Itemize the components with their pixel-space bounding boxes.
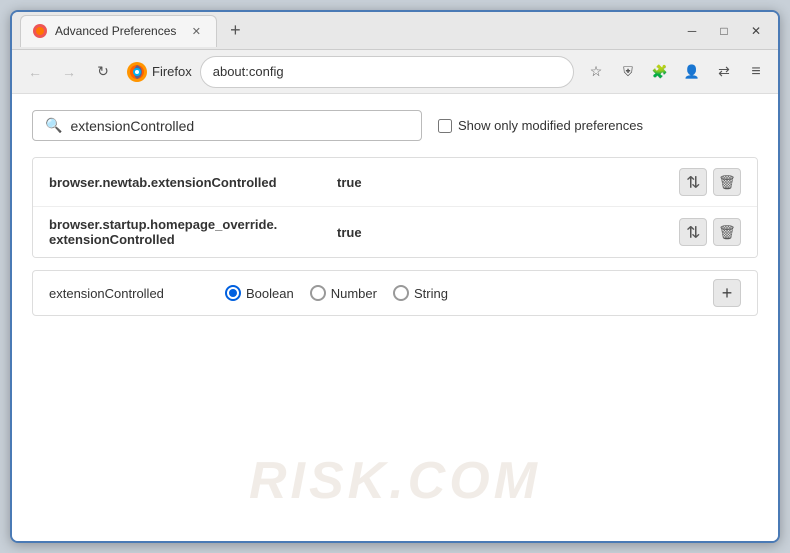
type-radio-group: Boolean Number String — [225, 285, 697, 301]
tab-title: Advanced Preferences — [55, 24, 176, 38]
pref-name-2: browser.startup.homepage_override. exten… — [49, 217, 329, 247]
url-text: about:config — [213, 64, 284, 79]
modified-only-checkbox[interactable] — [438, 119, 452, 133]
browser-window: Advanced Preferences ✕ + ─ □ ✕ ← → ↻ Fir… — [10, 10, 780, 543]
search-icon: 🔍 — [45, 117, 62, 134]
search-box: 🔍 — [32, 110, 422, 141]
row-1-actions: ⇄ 🗑 — [679, 168, 741, 196]
new-pref-name: extensionControlled — [49, 286, 209, 301]
add-pref-button[interactable]: + — [713, 279, 741, 307]
radio-boolean-indicator — [225, 285, 241, 301]
profile-icon[interactable]: 👤 — [678, 58, 706, 86]
pref-name-2-line2: extensionControlled — [49, 232, 175, 247]
refresh-button[interactable]: ↻ — [88, 57, 118, 87]
maximize-button[interactable]: □ — [710, 17, 738, 45]
table-row: browser.newtab.extensionControlled true … — [33, 158, 757, 207]
pref-name-1: browser.newtab.extensionControlled — [49, 175, 329, 190]
checkbox-label-text: Show only modified preferences — [458, 118, 643, 133]
extension-icon[interactable]: 🧩 — [646, 58, 674, 86]
title-bar: Advanced Preferences ✕ + ─ □ ✕ — [12, 12, 778, 50]
pref-value-1: true — [337, 175, 671, 190]
url-bar[interactable]: about:config — [200, 56, 574, 88]
page-content: RISK.COM 🔍 Show only modified preference… — [12, 94, 778, 541]
nav-icons: ☆ ⛨ 🧩 👤 ⇄ ≡ — [582, 58, 770, 86]
table-row: browser.startup.homepage_override. exten… — [33, 207, 757, 257]
pref-value-2: true — [337, 225, 671, 240]
radio-number-label: Number — [331, 286, 377, 301]
watermark: RISK.COM — [249, 451, 541, 511]
modified-only-checkbox-label[interactable]: Show only modified preferences — [438, 118, 643, 133]
radio-number[interactable]: Number — [310, 285, 377, 301]
firefox-label: Firefox — [152, 64, 192, 79]
radio-string-label: String — [414, 286, 448, 301]
tab-favicon — [33, 24, 47, 38]
bookmark-icon[interactable]: ☆ — [582, 58, 610, 86]
toggle-button-1[interactable]: ⇄ — [679, 168, 707, 196]
tab-close-button[interactable]: ✕ — [188, 23, 204, 39]
firefox-logo — [126, 61, 148, 83]
close-button[interactable]: ✕ — [742, 17, 770, 45]
forward-button[interactable]: → — [54, 57, 84, 87]
shield-icon[interactable]: ⛨ — [614, 58, 642, 86]
menu-icon[interactable]: ≡ — [742, 58, 770, 86]
radio-number-indicator — [310, 285, 326, 301]
radio-string-indicator — [393, 285, 409, 301]
radio-boolean-label: Boolean — [246, 286, 294, 301]
pref-name-2-line1: browser.startup.homepage_override. — [49, 217, 277, 232]
active-tab[interactable]: Advanced Preferences ✕ — [20, 15, 217, 47]
back-button[interactable]: ← — [20, 57, 50, 87]
sync-icon[interactable]: ⇄ — [710, 58, 738, 86]
nav-bar: ← → ↻ Firefox about:config ☆ ⛨ 🧩 👤 ⇄ ≡ — [12, 50, 778, 94]
delete-button-1[interactable]: 🗑 — [713, 168, 741, 196]
search-section: 🔍 Show only modified preferences — [32, 110, 758, 141]
add-pref-row: extensionControlled Boolean Number Strin… — [32, 270, 758, 316]
window-controls: ─ □ ✕ — [678, 17, 770, 45]
radio-boolean[interactable]: Boolean — [225, 285, 294, 301]
results-table: browser.newtab.extensionControlled true … — [32, 157, 758, 258]
minimize-button[interactable]: ─ — [678, 17, 706, 45]
search-input[interactable] — [70, 118, 409, 134]
delete-button-2[interactable]: 🗑 — [713, 218, 741, 246]
row-2-actions: ⇄ 🗑 — [679, 218, 741, 246]
radio-string[interactable]: String — [393, 285, 448, 301]
toggle-button-2[interactable]: ⇄ — [679, 218, 707, 246]
new-tab-button[interactable]: + — [221, 17, 249, 45]
